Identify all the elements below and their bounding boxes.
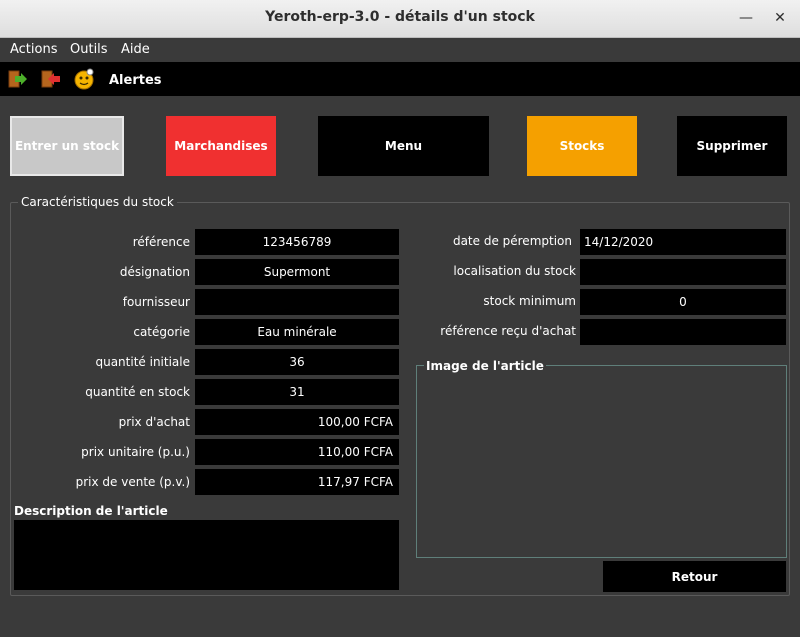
image-title: Image de l'article [424,359,546,373]
article-image-box [416,365,787,558]
group-title: Caractéristiques du stock [18,195,177,209]
menu-outils[interactable]: Outils [70,42,108,57]
prix-vente-field[interactable]: 117,97 FCFA [195,469,399,495]
toolbar: Alertes [0,62,800,96]
description-title: Description de l'article [14,504,168,518]
fournisseur-field[interactable] [195,289,399,315]
reference-field[interactable]: 123456789 [195,229,399,255]
description-textarea[interactable] [14,520,399,590]
menu-button[interactable]: Menu [318,116,489,176]
smiley-icon[interactable] [73,68,95,90]
stock-minimum-field[interactable]: 0 [580,289,786,315]
reference-recu-achat-field[interactable] [580,319,786,345]
localisation-field[interactable] [580,259,786,285]
enter-door-icon[interactable] [6,68,28,90]
quantite-en-stock-field[interactable]: 31 [195,379,399,405]
alertes-label[interactable]: Alertes [109,73,162,88]
date-peremption-label: date de péremption [452,234,572,248]
prix-achat-label: prix d'achat [118,415,190,429]
reference-label: référence [132,235,190,249]
quantite-en-stock-label: quantité en stock [85,385,190,399]
designation-field[interactable]: Supermont [195,259,399,285]
minimize-icon[interactable]: — [737,9,755,27]
fournisseur-label: fournisseur [122,295,190,309]
exit-door-icon[interactable] [39,68,61,90]
categorie-label: catégorie [133,325,190,339]
categorie-field[interactable]: Eau minérale [195,319,399,345]
window-title: Yeroth-erp-3.0 - détails d'un stock [265,9,535,25]
stock-minimum-label: stock minimum [483,294,576,308]
stocks-button[interactable]: Stocks [527,116,637,176]
marchandises-button[interactable]: Marchandises [166,116,276,176]
prix-vente-label: prix de vente (p.v.) [75,475,190,489]
designation-label: désignation [119,265,190,279]
supprimer-button[interactable]: Supprimer [677,116,787,176]
menu-aide[interactable]: Aide [121,42,150,57]
prix-unitaire-label: prix unitaire (p.u.) [81,445,190,459]
prix-unitaire-field[interactable]: 110,00 FCFA [195,439,399,465]
reference-recu-achat-label: référence reçu d'achat [440,324,576,338]
menu-actions[interactable]: Actions [10,42,58,57]
menubar: Actions Outils Aide [0,38,800,62]
quantite-initiale-field[interactable]: 36 [195,349,399,375]
localisation-label: localisation du stock [453,264,576,278]
retour-button[interactable]: Retour [603,561,786,592]
close-icon[interactable]: ✕ [771,9,789,27]
date-peremption-field[interactable]: 14/12/2020 [580,229,786,255]
window-titlebar: Yeroth-erp-3.0 - détails d'un stock — ✕ [0,0,800,38]
entrer-stock-button[interactable]: Entrer un stock [10,116,124,176]
quantite-initiale-label: quantité initiale [95,355,190,369]
prix-achat-field[interactable]: 100,00 FCFA [195,409,399,435]
